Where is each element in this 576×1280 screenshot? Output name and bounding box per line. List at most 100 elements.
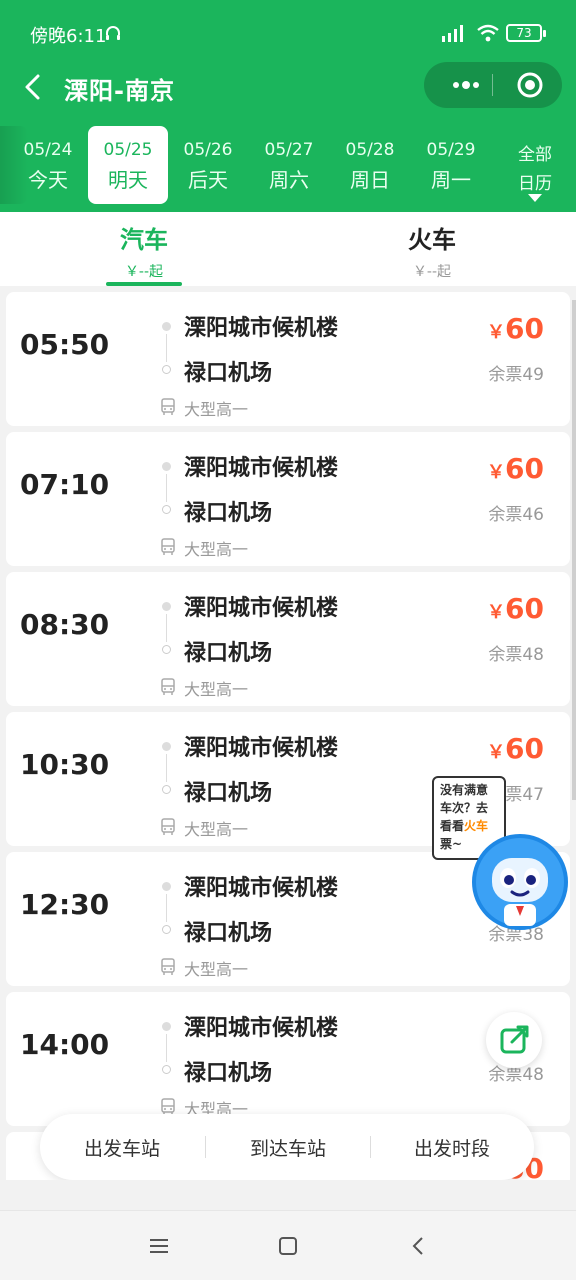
departure-time: 07:10 — [20, 468, 110, 501]
route-end-dot — [162, 1065, 171, 1074]
bus-icon — [161, 538, 175, 555]
date-tab-label: 周六 — [269, 168, 309, 192]
route-end-dot — [162, 505, 171, 514]
bus-icon — [161, 818, 175, 835]
tab-train[interactable]: 火车 ￥--起 — [352, 220, 512, 281]
mascot-assistant-icon[interactable] — [470, 832, 570, 932]
more-icon[interactable] — [444, 62, 492, 108]
headphones-icon — [106, 26, 120, 40]
title-bar: 溧阳-南京 — [0, 62, 576, 112]
route-start-dot — [162, 602, 171, 611]
all-calendar-button[interactable]: 全部 日历 — [495, 126, 575, 204]
departure-time: 12:30 — [20, 888, 110, 921]
route-start-dot — [162, 322, 171, 331]
date-tab-1[interactable]: 05/25 明天 — [88, 126, 168, 204]
price-value: 60 — [505, 452, 544, 485]
status-bar: 傍晚6:11 73 — [0, 0, 576, 66]
trip-card[interactable]: 05:50 溧阳城市候机楼 禄口机场 大型高一 ￥60 余票49 — [6, 292, 570, 426]
route-line — [166, 1034, 167, 1062]
tab-bus-label: 汽车 — [120, 226, 168, 254]
destination-station: 禄口机场 — [184, 641, 273, 666]
home-icon[interactable] — [275, 1233, 301, 1259]
filter-divider — [205, 1136, 206, 1158]
bus-type: 大型高一 — [184, 400, 249, 419]
route-start-dot — [162, 742, 171, 751]
filter-arrival-station[interactable]: 到达车站 — [208, 1134, 368, 1161]
system-nav-bar — [0, 1210, 576, 1280]
trip-card[interactable]: 07:10 溧阳城市候机楼 禄口机场 大型高一 ￥60 余票46 — [6, 432, 570, 566]
route-line — [166, 474, 167, 502]
share-button[interactable] — [486, 1012, 542, 1068]
filter-departure-time[interactable]: 出发时段 — [372, 1134, 532, 1161]
destination-station: 禄口机场 — [184, 501, 273, 526]
destination-station: 禄口机场 — [184, 1061, 273, 1086]
origin-station: 溧阳城市候机楼 — [184, 736, 339, 761]
route-end-dot — [162, 645, 171, 654]
transport-mode-tabs: 汽车 ￥--起 火车 ￥--起 — [0, 212, 576, 286]
departure-time: 14:00 — [20, 1028, 110, 1061]
menu-icon[interactable] — [146, 1233, 172, 1259]
currency-symbol: ￥ — [487, 742, 506, 763]
tickets-left: 余票48 — [488, 645, 544, 665]
origin-station: 溧阳城市候机楼 — [184, 876, 339, 901]
route-line — [166, 894, 167, 922]
tickets-left: 余票46 — [488, 505, 544, 525]
destination-station: 禄口机场 — [184, 361, 273, 386]
status-time: 傍晚6:11 — [30, 26, 107, 47]
filter-departure-station[interactable]: 出发车站 — [42, 1134, 202, 1161]
destination-station: 禄口机场 — [184, 921, 273, 946]
bus-type: 大型高一 — [184, 540, 249, 559]
tip-tail: 票~ — [440, 837, 463, 851]
wifi-icon — [477, 24, 499, 42]
trip-card[interactable]: 08:30 溧阳城市候机楼 禄口机场 大型高一 ￥60 余票48 — [6, 572, 570, 706]
date-tab-date: 05/24 — [23, 140, 73, 160]
bus-icon — [161, 958, 175, 975]
route-line — [166, 614, 167, 642]
route-end-dot — [162, 365, 171, 374]
scrollbar[interactable] — [572, 300, 576, 800]
back-icon[interactable] — [406, 1233, 432, 1259]
bus-type: 大型高一 — [184, 820, 249, 839]
date-tab-0[interactable]: 05/24 今天 — [8, 126, 88, 204]
route-start-dot — [162, 1022, 171, 1031]
ticket-price: ￥60 — [487, 732, 544, 765]
date-tab-date: 05/27 — [264, 140, 314, 160]
route-start-dot — [162, 882, 171, 891]
tab-bus-price: ￥--起 — [124, 264, 164, 280]
date-tab-2[interactable]: 05/26 后天 — [168, 126, 248, 204]
price-value: 60 — [505, 732, 544, 765]
date-tab-5[interactable]: 05/29 周一 — [411, 126, 491, 204]
bus-icon — [161, 678, 175, 695]
price-value: 60 — [505, 312, 544, 345]
capsule-divider — [492, 74, 493, 96]
date-selector: 05/24 今天 05/25 明天 05/26 后天 05/27 周六 05/2… — [0, 126, 576, 206]
all-calendar-label-1: 全部 — [518, 145, 552, 165]
ticket-price: ￥60 — [487, 452, 544, 485]
date-tab-4[interactable]: 05/28 周日 — [330, 126, 410, 204]
signal-icon — [442, 25, 463, 42]
battery-indicator: 73 — [506, 24, 546, 42]
share-icon — [500, 1025, 529, 1054]
filter-divider — [370, 1136, 371, 1158]
bus-type: 大型高一 — [184, 680, 249, 699]
departure-time: 10:30 — [20, 748, 110, 781]
tab-bus[interactable]: 汽车 ￥--起 — [64, 220, 224, 281]
date-tab-date: 05/29 — [426, 140, 476, 160]
ticket-price: ￥60 — [487, 592, 544, 625]
route-end-dot — [162, 925, 171, 934]
bus-type: 大型高一 — [184, 960, 249, 979]
date-tab-label: 周一 — [431, 168, 471, 192]
active-tab-underline — [106, 282, 182, 286]
date-tab-3[interactable]: 05/27 周六 — [249, 126, 329, 204]
date-tab-label: 周日 — [350, 168, 390, 192]
departure-time: 05:50 — [20, 328, 110, 361]
departure-time: 08:30 — [20, 608, 110, 641]
back-arrow-icon[interactable] — [18, 70, 48, 104]
tab-train-label: 火车 — [408, 226, 456, 254]
close-miniprogram-icon[interactable] — [506, 62, 556, 108]
miniprogram-capsule — [424, 62, 562, 108]
all-calendar-label-2: 日历 — [518, 174, 552, 194]
bus-icon — [161, 398, 175, 415]
origin-station: 溧阳城市候机楼 — [184, 316, 339, 341]
date-tab-date: 05/26 — [183, 140, 233, 160]
